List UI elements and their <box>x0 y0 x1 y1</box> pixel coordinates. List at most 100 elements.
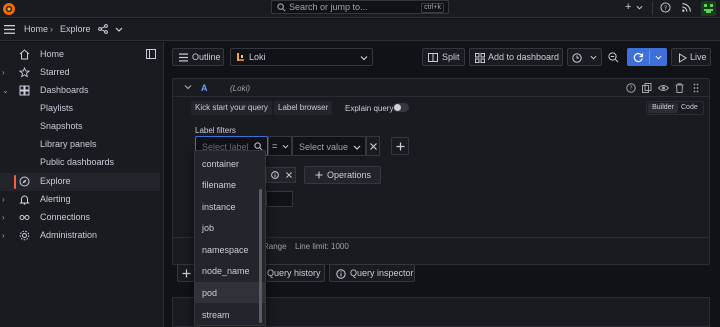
sidebar-item-label: Dashboards <box>40 85 89 95</box>
search-icon <box>277 3 286 12</box>
dropdown-option-label: pod <box>202 288 218 298</box>
query-inspector-label: Query inspector <box>350 268 414 278</box>
search-placeholder: Search or jump to... <box>289 2 368 12</box>
collapse-chevron-icon[interactable] <box>184 83 192 91</box>
dropdown-option-label: filename <box>202 180 237 190</box>
explain-query-label: Explain query <box>345 104 394 113</box>
query-datasource: (Loki) <box>230 84 251 93</box>
dropdown-option-label: namespace <box>202 245 249 255</box>
chevron-right-icon[interactable]: › <box>2 231 5 240</box>
add-to-dashboard-button[interactable]: Add to dashboard <box>469 48 563 66</box>
close-icon[interactable] <box>286 172 292 178</box>
share-chevron-icon[interactable] <box>115 23 123 35</box>
dropdown-scrollbar[interactable] <box>259 189 262 323</box>
split-label: Split <box>442 52 460 62</box>
zoom-out-button[interactable] <box>605 48 623 66</box>
kick-start-button[interactable]: Kick start your query <box>191 101 272 115</box>
menu-icon[interactable] <box>4 25 15 34</box>
sidebar-item-playlists[interactable]: Playlists <box>0 100 160 118</box>
search-bar[interactable]: Search or jump to... ctrl+k <box>271 0 449 14</box>
split-button[interactable]: Split <box>422 48 465 66</box>
outline-button[interactable]: Outline <box>172 48 224 66</box>
rss-icon[interactable] <box>681 2 695 16</box>
dropdown-option[interactable]: stream <box>195 304 265 325</box>
operations-label: Operations <box>327 170 372 180</box>
dropdown-option[interactable]: job <box>195 217 265 238</box>
sidebar-item-label: Administration <box>40 230 98 240</box>
select-value-input[interactable]: Select value <box>292 136 366 156</box>
sidebar-item-administration[interactable]: › Administration <box>0 227 160 245</box>
close-icon <box>370 143 377 150</box>
datasource-name: Loki <box>249 52 266 62</box>
chevron-down-icon[interactable]: ⌄ <box>2 86 9 95</box>
code-mode-button[interactable]: Code <box>681 103 698 113</box>
chevron-right-icon[interactable]: › <box>2 213 5 222</box>
bell-icon <box>19 194 30 205</box>
dropdown-option[interactable]: instance <box>195 196 265 217</box>
columns-icon <box>428 53 438 62</box>
dropdown-option[interactable]: container <box>195 153 265 174</box>
help-icon[interactable]: ? <box>626 83 636 93</box>
new-chevron-icon[interactable] <box>636 4 650 18</box>
chevron-down-icon <box>590 54 597 61</box>
sidebar-item-explore[interactable]: Explore <box>0 173 160 191</box>
operations-button[interactable]: Operations <box>304 166 381 184</box>
sidebar-item-dashboards[interactable]: ⌄ Dashboards <box>0 82 160 100</box>
eye-icon[interactable] <box>658 83 669 93</box>
dropdown-option[interactable]: node_name <box>195 260 265 281</box>
query-name[interactable]: A <box>201 83 208 93</box>
search-shortcut: ctrl+k <box>421 3 444 13</box>
dropdown-option-highlighted[interactable]: pod <box>195 282 265 303</box>
sidebar-item-public-dashboards[interactable]: Public dashboards <box>0 154 160 172</box>
dropdown-option-label: stream <box>202 310 230 320</box>
sidebar-item-alerting[interactable]: › Alerting <box>0 191 160 209</box>
chevron-right-icon[interactable]: › <box>2 195 5 204</box>
trash-icon[interactable] <box>675 83 685 93</box>
datasource-picker[interactable]: Loki <box>230 48 373 66</box>
add-query-button[interactable] <box>177 264 195 282</box>
run-query-button[interactable] <box>627 48 667 66</box>
connections-icon <box>19 212 30 223</box>
sidebar: Home › Starred ⌄ Dashboards Playlists Sn… <box>0 42 164 327</box>
sidebar-item-starred[interactable]: › Starred <box>0 64 160 82</box>
sidebar-item-connections[interactable]: › Connections <box>0 209 160 227</box>
builder-mode-button[interactable]: Builder <box>648 103 678 113</box>
label-browser-button[interactable]: Label browser <box>274 101 333 115</box>
operation-param-input[interactable] <box>266 191 293 207</box>
label-options-dropdown: container filename instance job namespac… <box>194 150 266 326</box>
sidebar-item-label: Public dashboards <box>40 157 115 167</box>
list-icon <box>179 53 188 62</box>
dropdown-option[interactable]: namespace <box>195 239 265 260</box>
time-picker-button[interactable] <box>567 48 602 66</box>
add-to-dashboard-label: Add to dashboard <box>488 52 560 62</box>
grafana-logo-icon[interactable] <box>2 2 16 16</box>
dropdown-option[interactable]: filename <box>195 174 265 195</box>
live-label: Live <box>690 52 707 62</box>
chevron-right-icon[interactable]: › <box>2 68 5 77</box>
refresh-icon <box>633 52 644 63</box>
top-bar: Search or jump to... ctrl+k + ? <box>0 0 720 18</box>
query-inspector-button[interactable]: Query inspector <box>329 264 415 282</box>
operator-select[interactable]: = <box>268 136 292 156</box>
duplicate-icon[interactable] <box>642 83 652 93</box>
info-icon[interactable] <box>271 171 279 179</box>
sidebar-item-library-panels[interactable]: Library panels <box>0 136 160 154</box>
chevron-down-icon[interactable] <box>655 54 662 61</box>
chevron-down-icon <box>360 54 368 62</box>
breadcrumb-home[interactable]: Home <box>24 24 48 34</box>
drag-handle-icon[interactable] <box>693 83 703 93</box>
explain-query-toggle[interactable] <box>393 103 409 112</box>
active-indicator <box>14 175 16 189</box>
remove-filter-button[interactable] <box>366 136 380 156</box>
help-icon[interactable]: ? <box>660 2 674 16</box>
operation-row <box>266 167 296 183</box>
clock-icon <box>572 53 582 63</box>
breadcrumb-bar: Home › Explore <box>0 19 720 41</box>
live-button[interactable]: Live <box>671 48 711 66</box>
sidebar-item-snapshots[interactable]: Snapshots <box>0 118 160 136</box>
share-icon[interactable] <box>98 24 108 34</box>
add-filter-button[interactable] <box>391 137 409 155</box>
svg-text:?: ? <box>629 85 632 92</box>
user-avatar[interactable] <box>701 1 716 16</box>
sidebar-item-home[interactable]: Home <box>0 46 160 64</box>
